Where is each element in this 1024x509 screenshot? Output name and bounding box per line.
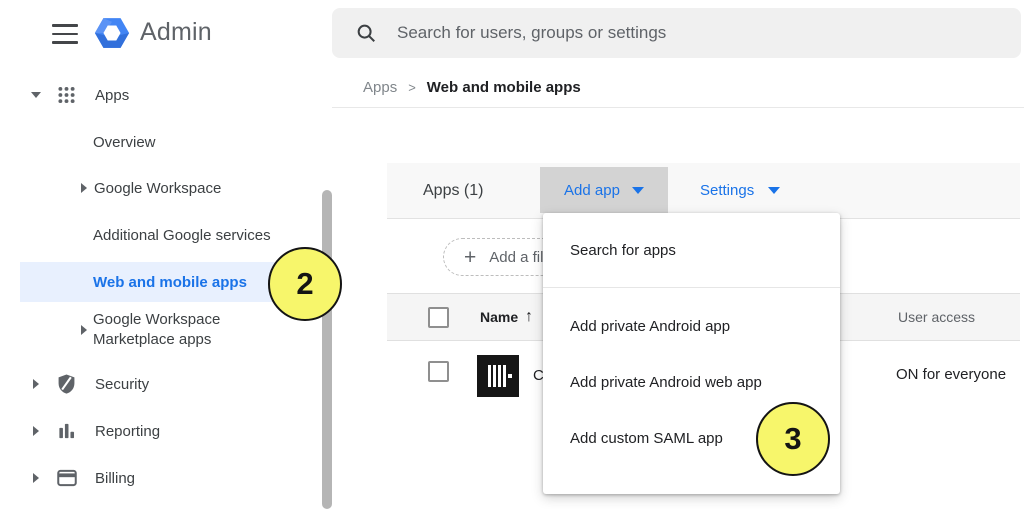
menu-item-add-private-android-app[interactable]: Add private Android app (543, 298, 840, 354)
sidebar-item-gw-marketplace-apps[interactable]: Google Workspace Marketplace apps (0, 308, 311, 352)
sidebar-item-label: Reporting (95, 423, 160, 440)
shield-icon (57, 374, 76, 395)
chevron-down-icon (632, 187, 644, 194)
chevron-right-icon[interactable] (33, 379, 39, 389)
sidebar-item-security[interactable]: Security (0, 369, 311, 399)
breadcrumb-apps-link[interactable]: Apps (363, 79, 397, 96)
search-icon (355, 22, 377, 44)
sidebar-item-label: Additional Google services (93, 227, 271, 244)
sidebar-item-overview[interactable]: Overview (0, 128, 311, 156)
annotation-step-2-badge: 2 (268, 247, 342, 321)
menu-hamburger-icon[interactable] (52, 24, 78, 44)
add-app-label: Add app (564, 182, 620, 199)
sidebar-item-label: Overview (93, 134, 156, 151)
chevron-right-icon[interactable] (33, 473, 39, 483)
user-access-cell: ON for everyone (896, 366, 1006, 383)
breadcrumb-current-page: Web and mobile apps (427, 79, 581, 96)
chevron-right-icon[interactable] (33, 426, 39, 436)
bar-chart-icon (57, 422, 76, 441)
plus-icon: + (464, 247, 476, 268)
chevron-down-icon (768, 187, 780, 194)
settings-button[interactable]: Settings (700, 182, 780, 199)
menu-item-search-for-apps[interactable]: Search for apps (543, 213, 676, 287)
chevron-down-icon[interactable] (31, 92, 41, 98)
chevron-right-icon[interactable] (81, 183, 87, 193)
sidebar-item-billing[interactable]: Billing (0, 463, 311, 493)
credit-card-icon (57, 470, 77, 487)
sidebar-scrollbar[interactable] (322, 190, 332, 509)
settings-label: Settings (700, 182, 754, 199)
sidebar-item-label: Security (95, 376, 149, 393)
sidebar-item-additional-google-services[interactable]: Additional Google services (0, 221, 311, 249)
apps-grid-icon (56, 85, 77, 106)
apps-count-title: Apps (1) (423, 182, 483, 200)
breadcrumb: Apps > Web and mobile apps (363, 79, 581, 96)
global-search-bar[interactable] (332, 8, 1021, 58)
sidebar-item-google-workspace[interactable]: Google Workspace (0, 174, 311, 202)
sidebar-item-label: Web and mobile apps (93, 274, 247, 291)
add-app-button[interactable]: Add app (540, 167, 668, 213)
sidebar-item-label: Google Workspace (94, 180, 221, 197)
breadcrumb-separator: > (408, 80, 416, 95)
sort-ascending-icon[interactable]: ↑ (525, 308, 533, 326)
sidebar-item-reporting[interactable]: Reporting (0, 416, 311, 446)
google-admin-logo-icon (93, 14, 131, 52)
search-input[interactable] (397, 23, 1021, 43)
sidebar-item-label: Billing (95, 470, 135, 487)
app-logo-icon (477, 355, 519, 397)
sidebar-item-label: Apps (95, 87, 129, 104)
breadcrumb-divider (332, 107, 1024, 108)
select-all-checkbox[interactable] (428, 307, 449, 328)
column-header-name[interactable]: Name (480, 309, 518, 325)
sidebar-item-apps[interactable]: Apps (0, 80, 311, 110)
chevron-right-icon[interactable] (81, 325, 87, 335)
annotation-step-3-badge: 3 (756, 402, 830, 476)
app-title: Admin (140, 18, 212, 47)
apps-toolbar: Apps (1) Add app Settings (387, 163, 1020, 219)
sidebar-item-label: Google Workspace Marketplace apps (93, 310, 261, 350)
column-header-user-access: User access (898, 309, 975, 325)
row-checkbox[interactable] (428, 361, 449, 382)
